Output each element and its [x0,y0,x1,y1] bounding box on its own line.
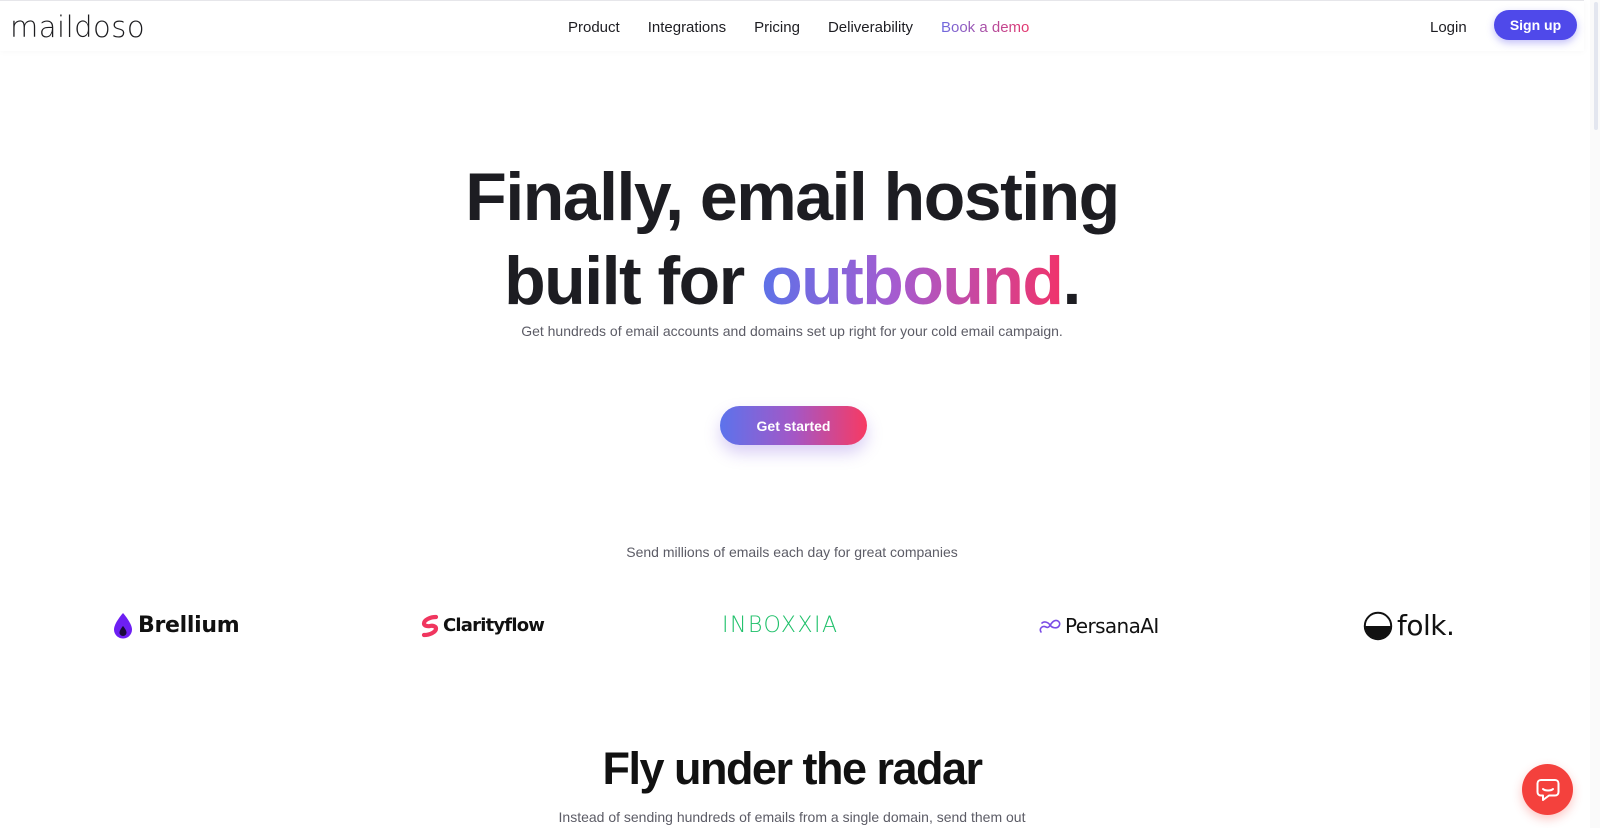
hero-title-line2-prefix: built for [504,243,762,319]
chat-bubble-icon [1536,778,1559,801]
hero-title: Finally, email hosting built for outboun… [0,155,1584,323]
logo-inboxxia: INBOXXIA [722,609,839,643]
hero-title-highlight: outbound [761,243,1064,319]
signup-button[interactable]: Sign up [1494,10,1577,40]
nav-product[interactable]: Product [568,17,620,39]
drop-icon [114,613,132,639]
logo-clarityflow: Clarityflow [421,609,545,643]
main-nav: Product Integrations Pricing Deliverabil… [568,17,1057,39]
section-subtitle: Instead of sending hundreds of emails fr… [558,809,1026,825]
infinity-icon [1039,619,1061,633]
top-navbar: maildoso Product Integrations Pricing De… [0,0,1584,51]
half-circle-icon [1363,611,1393,641]
brand-name: folk. [1397,609,1455,642]
maildoso-logo[interactable]: maildoso [10,9,145,45]
section-title: Fly under the radar [602,743,983,794]
hero-title-suffix: . [1062,243,1081,319]
get-started-button[interactable]: Get started [720,406,867,445]
hero-subtitle: Get hundreds of email accounts and domai… [521,323,1063,339]
login-link[interactable]: Login [1430,17,1467,39]
scrollbar-thumb[interactable] [1594,2,1598,130]
nav-deliverability[interactable]: Deliverability [828,17,913,39]
logo-brellium: Brellium [112,609,240,643]
nav-book-a-demo[interactable]: Book a demo [941,17,1029,39]
nav-pricing[interactable]: Pricing [754,17,800,39]
logo-persana-ai: PersanaAI [1038,609,1159,643]
social-proof-heading: Send millions of emails each day for gre… [626,544,958,560]
logo-folk: folk. [1363,609,1455,643]
brand-name: Clarityflow [443,615,545,636]
clarityflow-icon [421,614,439,638]
page: maildoso Product Integrations Pricing De… [0,0,1600,828]
brand-name: INBOXXIA [722,613,839,638]
brand-name: PersanaAI [1065,614,1159,638]
hero-title-line1: Finally, email hosting [465,159,1120,235]
nav-integrations[interactable]: Integrations [648,17,726,39]
chat-button[interactable] [1522,764,1573,815]
brand-name: Brellium [138,613,240,638]
